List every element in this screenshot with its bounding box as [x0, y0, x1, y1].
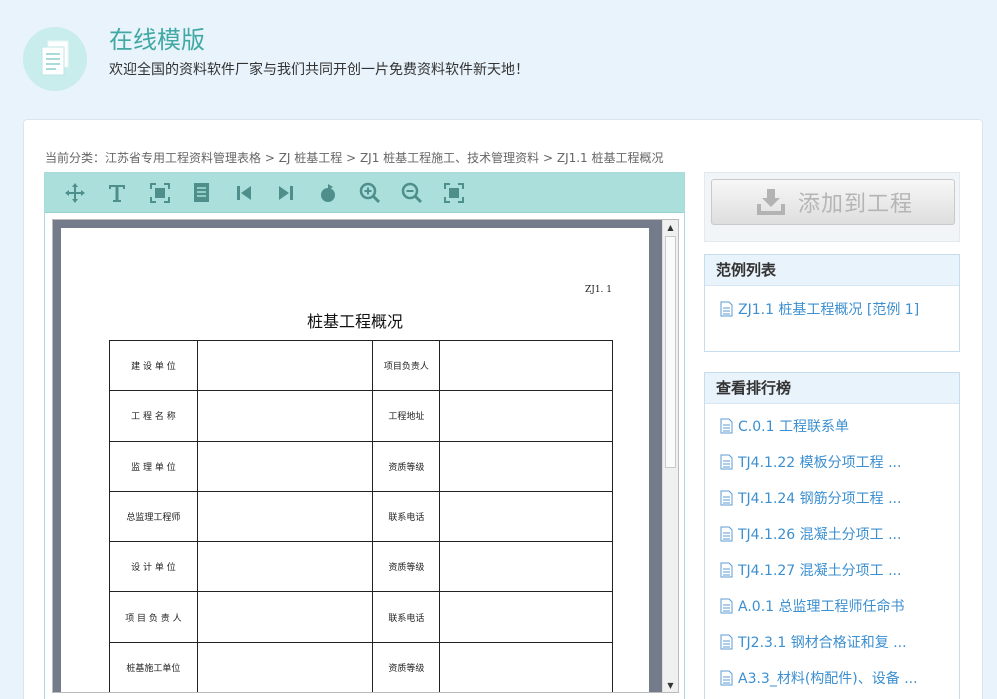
table-cell: [439, 339, 613, 392]
form-table: 建 设 单 位 项目负责人 工 程 名 称 工程地址 监 理 单 位 资质等级 …: [109, 339, 613, 692]
zoom-in-icon[interactable]: [358, 181, 382, 205]
move-icon[interactable]: [63, 181, 87, 205]
list-item-label: TJ4.1.22 模板分项工程 ...: [738, 455, 902, 471]
list-item-label: TJ4.1.26 混凝土分项工 ...: [738, 527, 902, 543]
page-icon[interactable]: [190, 181, 214, 205]
table-cell: [196, 490, 374, 543]
row-label: 工程地址: [372, 390, 441, 442]
document-icon: [720, 670, 733, 686]
list-item-label: C.0.1 工程联系单: [738, 419, 849, 435]
table-cell: [196, 390, 374, 442]
breadcrumb: 当前分类：江苏省专用工程资料管理表格 > ZJ 桩基工程 > ZJ1 桩基工程施…: [45, 149, 664, 166]
table-cell: [439, 490, 613, 543]
document-icon: [720, 490, 733, 506]
row-label: 资质等级: [372, 641, 441, 692]
examples-panel: 范例列表 ZJ1.1 桩基工程概况 [范例 1]: [704, 254, 960, 352]
table-cell: [439, 541, 613, 593]
document-icon: [720, 634, 733, 650]
table-row: 监 理 单 位 资质等级: [109, 440, 613, 492]
table-cell: [196, 641, 374, 692]
list-item[interactable]: TJ4.1.27 混凝土分项工 ...: [705, 552, 959, 588]
table-cell: [196, 339, 374, 392]
list-item[interactable]: TJ4.1.22 模板分项工程 ...: [705, 444, 959, 480]
list-item-label: ZJ1.1 桩基工程概况 [范例 1]: [738, 302, 920, 318]
table-row: 总监理工程师 联系电话: [109, 490, 613, 543]
table-row: 项 目 负 责 人 联系电话: [109, 591, 613, 643]
row-label: 资质等级: [372, 541, 441, 593]
row-label: 总监理工程师: [109, 490, 198, 543]
row-label: 工 程 名 称: [109, 390, 198, 442]
list-item[interactable]: TJ4.1.26 混凝土分项工 ...: [705, 516, 959, 552]
add-to-project-button[interactable]: 添加到工程: [711, 179, 955, 225]
site-title: 在线模版: [109, 26, 205, 54]
document-page: ZJ1. 1 桩基工程概况 建 设 单 位 项目负责人 工 程 名 称 工程地址: [61, 228, 649, 692]
list-item-label: TJ4.1.27 混凝土分项工 ...: [738, 563, 902, 579]
fit-page-icon[interactable]: [442, 181, 466, 205]
scroll-up-arrow-icon[interactable]: ▲: [663, 220, 678, 234]
table-cell: [196, 591, 374, 643]
table-cell: [439, 390, 613, 442]
document-viewer: ZJ1. 1 桩基工程概况 建 设 单 位 项目负责人 工 程 名 称 工程地址: [44, 172, 685, 699]
viewer-toolbar: [45, 173, 684, 213]
row-label: 联系电话: [372, 490, 441, 543]
table-cell: [439, 440, 613, 492]
main-panel: 当前分类：江苏省专用工程资料管理表格 > ZJ 桩基工程 > ZJ1 桩基工程施…: [23, 119, 983, 699]
list-item[interactable]: A3.3_材料(构配件)、设备 ...: [705, 660, 959, 696]
download-tray-icon: [757, 189, 785, 215]
table-row: 工 程 名 称 工程地址: [109, 390, 613, 442]
table-cell: [196, 440, 374, 492]
document-icon: [720, 301, 733, 317]
list-item-label: A.0.1 总监理工程师任命书: [738, 599, 905, 615]
row-label: 联系电话: [372, 591, 441, 643]
document-icon: [720, 526, 733, 542]
fit-width-icon[interactable]: [148, 181, 172, 205]
rotate-icon[interactable]: [316, 181, 340, 205]
first-page-icon[interactable]: [232, 181, 256, 205]
zoom-out-icon[interactable]: [400, 181, 424, 205]
row-label: 资质等级: [372, 440, 441, 492]
list-item-label: A3.3_材料(构配件)、设备 ...: [738, 671, 918, 687]
list-item[interactable]: C.0.1 工程联系单: [705, 408, 959, 444]
breadcrumb-prefix: 当前分类：: [45, 151, 106, 165]
document-icon: [720, 418, 733, 434]
form-code: ZJ1. 1: [584, 285, 612, 295]
scroll-thumb[interactable]: [665, 236, 676, 468]
row-label: 监 理 单 位: [109, 440, 198, 492]
row-label: 项目负责人: [372, 339, 441, 392]
add-to-project-box: 添加到工程: [704, 172, 960, 242]
table-cell: [439, 591, 613, 643]
site-subtitle: 欢迎全国的资料软件厂家与我们共同开创一片免费资料软件新天地！: [109, 62, 529, 78]
row-label: 桩基施工单位: [109, 641, 198, 692]
ranking-heading: 查看排行榜: [705, 373, 959, 404]
form-title: 桩基工程概况: [306, 312, 403, 331]
table-cell: [196, 541, 374, 593]
list-item[interactable]: ZJ1.1 桩基工程概况 [范例 1]: [705, 291, 959, 327]
list-item[interactable]: A.0.1 总监理工程师任命书: [705, 588, 959, 624]
row-label: 项 目 负 责 人: [109, 591, 198, 643]
examples-heading: 范例列表: [705, 255, 959, 286]
text-icon[interactable]: [105, 181, 129, 205]
ranking-panel: 查看排行榜 C.0.1 工程联系单 TJ4.1.22 模板分项工程 ... TJ…: [704, 372, 960, 699]
document-icon: [720, 598, 733, 614]
table-row: 建 设 单 位 项目负责人: [109, 339, 613, 392]
list-item[interactable]: TJ2.3.1 钢材合格证和复 ...: [705, 624, 959, 660]
row-label: 建 设 单 位: [109, 339, 198, 392]
scroll-down-arrow-icon[interactable]: ▼: [663, 678, 678, 692]
list-item-label: TJ4.1.24 钢筋分项工程 ...: [738, 491, 902, 507]
table-row: 桩基施工单位 资质等级: [109, 641, 613, 692]
list-item-label: TJ2.3.1 钢材合格证和复 ...: [738, 635, 907, 651]
breadcrumb-path[interactable]: 江苏省专用工程资料管理表格 > ZJ 桩基工程 > ZJ1 桩基工程施工、技术管…: [105, 151, 664, 165]
table-row: 设 计 单 位 资质等级: [109, 541, 613, 593]
row-label: 设 计 单 位: [109, 541, 198, 593]
document-icon: [720, 562, 733, 578]
table-cell: [439, 641, 613, 692]
vertical-scrollbar[interactable]: ▲ ▼: [662, 220, 678, 692]
list-item[interactable]: TJ4.1.24 钢筋分项工程 ...: [705, 480, 959, 516]
document-canvas: ZJ1. 1 桩基工程概况 建 设 单 位 项目负责人 工 程 名 称 工程地址: [52, 219, 679, 693]
document-icon: [720, 454, 733, 470]
documents-logo-icon: [23, 27, 87, 91]
last-page-icon[interactable]: [274, 181, 298, 205]
add-to-project-label: 添加到工程: [798, 192, 914, 217]
